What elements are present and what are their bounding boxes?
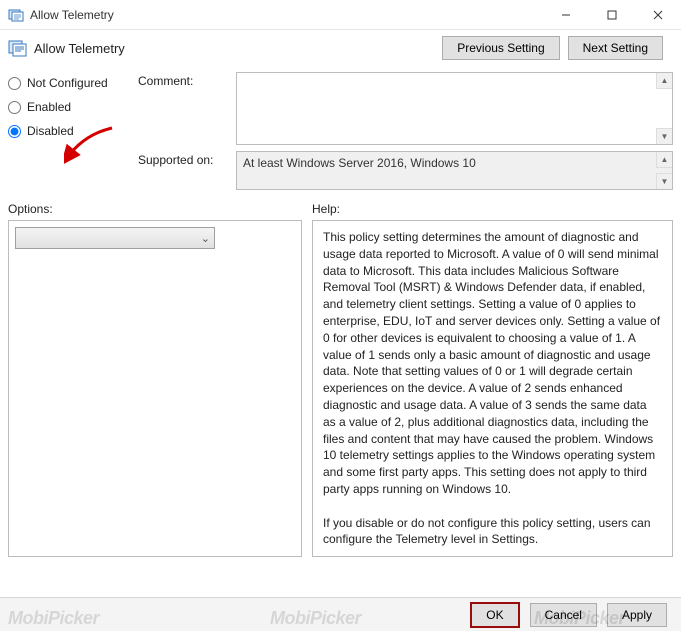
previous-setting-button[interactable]: Previous Setting [442,36,559,60]
options-panel: ⌄ [8,220,302,557]
ok-button[interactable]: OK [470,602,519,628]
options-dropdown[interactable]: ⌄ [15,227,215,249]
radio-not-configured[interactable]: Not Configured [8,76,138,90]
maximize-button[interactable] [589,0,635,29]
options-label: Options: [8,202,302,216]
scroll-down-icon[interactable]: ▼ [656,128,672,144]
cancel-button[interactable]: Cancel [530,603,597,627]
header-row: Allow Telemetry Previous Setting Next Se… [0,30,681,60]
scroll-down-icon[interactable]: ▼ [656,173,672,189]
config-section: Not Configured Enabled Disabled Comment:… [0,60,681,196]
radio-disabled[interactable]: Disabled [8,124,138,138]
comment-input[interactable] [237,73,656,139]
supported-value [237,152,656,184]
help-label: Help: [312,202,673,216]
policy-icon-large [8,38,28,58]
close-button[interactable] [635,0,681,29]
supported-label: Supported on: [138,151,236,190]
radio-enabled[interactable]: Enabled [8,100,138,114]
apply-button[interactable]: Apply [607,603,667,627]
radio-enabled-label: Enabled [27,100,71,114]
comment-label: Comment: [138,72,236,145]
radio-disabled-label: Disabled [27,124,74,138]
title-bar: Allow Telemetry [0,0,681,30]
policy-icon [8,7,24,23]
minimize-button[interactable] [543,0,589,29]
policy-header: Allow Telemetry [8,38,442,58]
radio-disabled-input[interactable] [8,125,21,138]
radio-not-configured-input[interactable] [8,77,21,90]
scroll-up-icon[interactable]: ▲ [656,152,672,168]
supported-box: ▲ ▼ [236,151,673,190]
window-controls [543,0,681,29]
state-radios: Not Configured Enabled Disabled [8,72,138,190]
policy-name: Allow Telemetry [34,41,125,56]
bottom-bar: OK Cancel Apply [0,597,681,631]
window-title: Allow Telemetry [30,8,543,22]
details-section: Options: ⌄ Help: This policy setting det… [0,196,681,557]
comment-box: ▲ ▼ [236,72,673,145]
scroll-up-icon[interactable]: ▲ [656,73,672,89]
chevron-down-icon: ⌄ [201,232,210,245]
help-panel[interactable]: This policy setting determines the amoun… [312,220,673,557]
radio-enabled-input[interactable] [8,101,21,114]
next-setting-button[interactable]: Next Setting [568,36,663,60]
radio-not-configured-label: Not Configured [27,76,108,90]
